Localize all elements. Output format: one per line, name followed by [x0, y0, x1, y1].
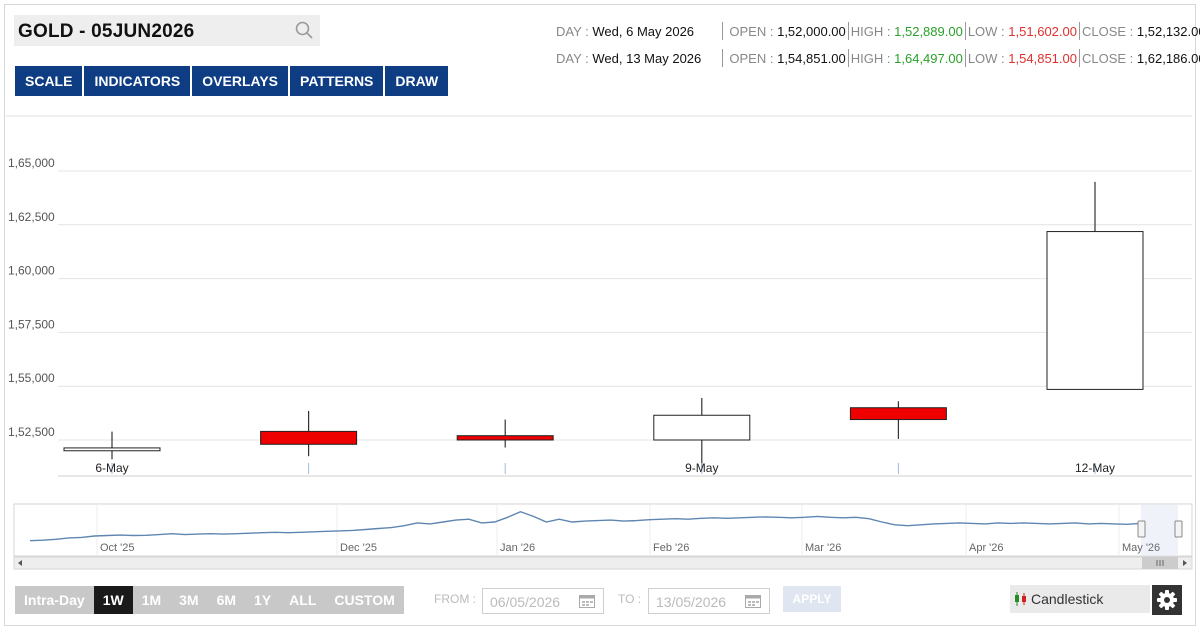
- navigator-label: Oct '25: [100, 542, 135, 554]
- calendar-icon[interactable]: [579, 594, 595, 608]
- from-label: FROM :: [434, 592, 476, 606]
- range-intraday-button[interactable]: Intra-Day: [15, 586, 94, 614]
- gear-icon: [1157, 590, 1177, 610]
- candle-body: [653, 414, 751, 441]
- candle-body: [849, 407, 947, 421]
- range-1m-button[interactable]: 1M: [133, 586, 170, 614]
- navigator-label: Mar '26: [805, 542, 841, 554]
- range-custom-button[interactable]: CUSTOM: [325, 586, 403, 614]
- y-tick-label: 1,57,500: [8, 317, 55, 331]
- navigator-handle: [1174, 520, 1183, 538]
- calendar-icon[interactable]: [745, 594, 761, 608]
- chart-type-label: Candlestick: [1031, 591, 1104, 607]
- navigator-scrollbar: [13, 556, 1193, 570]
- candle-body: [456, 435, 554, 441]
- y-tick-label: 1,60,000: [8, 264, 55, 278]
- y-tick-label: 1,55,000: [8, 371, 55, 385]
- apply-button[interactable]: APPLY: [783, 586, 841, 612]
- range-all-button[interactable]: ALL: [280, 586, 325, 614]
- x-tick-label: 12-May: [1075, 461, 1115, 475]
- y-tick-label: 1,62,500: [8, 210, 55, 224]
- range-1y-button[interactable]: 1Y: [245, 586, 280, 614]
- candle-body: [63, 447, 161, 452]
- from-date-value: 06/05/2026: [490, 594, 561, 610]
- y-tick-label: 1,65,000: [8, 156, 55, 170]
- candlestick-icon: [1015, 592, 1026, 606]
- x-tick-label: 6-May: [95, 461, 128, 475]
- range-3m-button[interactable]: 3M: [170, 586, 207, 614]
- to-date-field[interactable]: 13/05/2026: [648, 588, 770, 614]
- candlestick-chart[interactable]: 1,52,500 1,55,000 1,57,500 1,60,000 1,62,500…: [0, 0, 1200, 628]
- navigator-handle: [1137, 520, 1146, 538]
- navigator-label: Dec '25: [340, 542, 377, 554]
- to-date-value: 13/05/2026: [656, 594, 727, 610]
- y-tick-label: 1,52,500: [8, 425, 55, 439]
- chart-type-select[interactable]: Candlestick: [1010, 585, 1150, 613]
- x-tick-label: 9-May: [685, 461, 718, 475]
- navigator-selection: [1141, 505, 1178, 555]
- range-selector: Intra-Day 1W 1M 3M 6M 1Y ALL CUSTOM: [15, 586, 404, 614]
- navigator-label: Apr '26: [969, 542, 1004, 554]
- navigator-panel: [13, 503, 1193, 557]
- from-date-field[interactable]: 06/05/2026: [482, 588, 604, 614]
- range-6m-button[interactable]: 6M: [208, 586, 245, 614]
- navigator-label: Jan '26: [500, 542, 535, 554]
- settings-button[interactable]: [1152, 585, 1182, 615]
- range-1w-button[interactable]: 1W: [93, 586, 133, 614]
- navigator-label: Feb '26: [653, 542, 689, 554]
- candle-body: [1046, 231, 1144, 390]
- to-label: TO :: [618, 592, 642, 606]
- candle-body: [260, 430, 358, 445]
